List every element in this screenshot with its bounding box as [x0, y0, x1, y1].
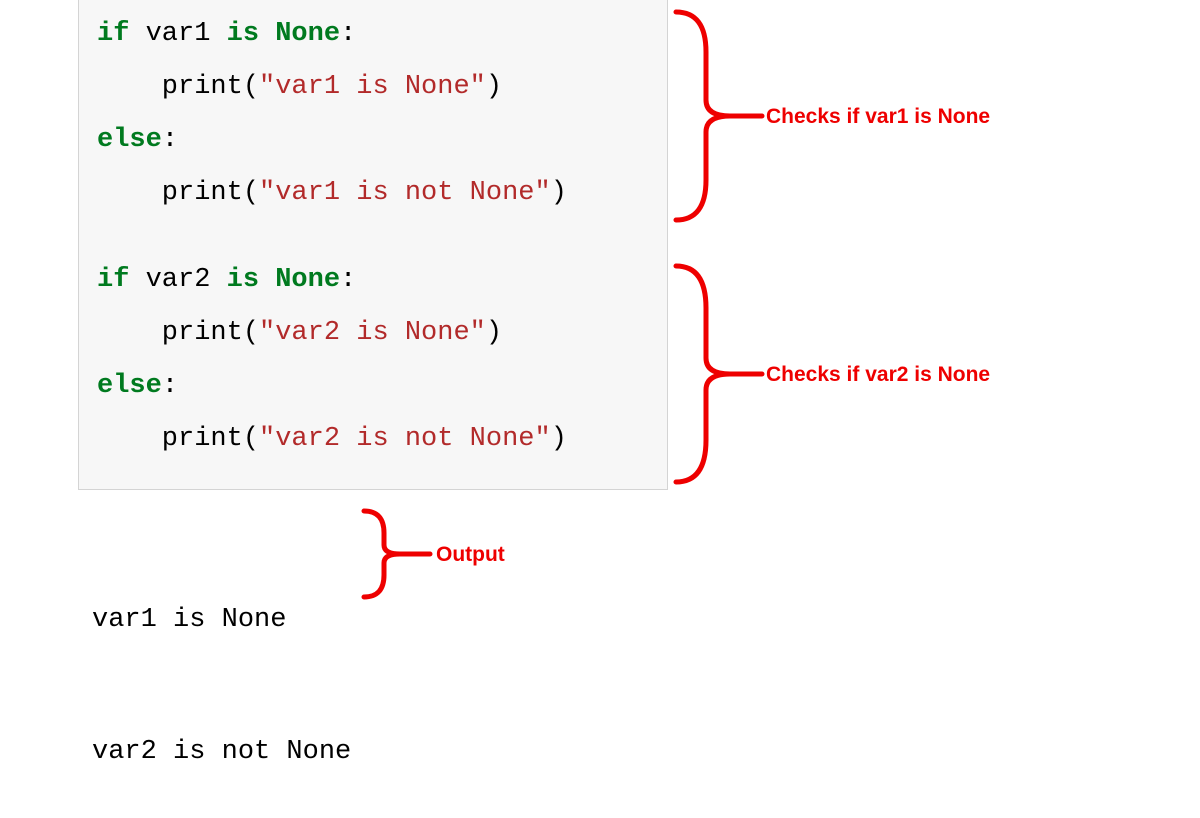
- call-close: ): [486, 318, 502, 348]
- keyword-if: if: [97, 19, 129, 49]
- keyword-if: if: [97, 265, 129, 295]
- call-close: ): [551, 178, 567, 208]
- brace-icon: [360, 505, 430, 603]
- code-line: print("var2 is None"): [97, 307, 667, 360]
- output-line: var1 is None: [92, 598, 351, 642]
- space: [259, 265, 275, 295]
- annotation-block1: Checks if var1 is None: [766, 105, 990, 129]
- code-line: else:: [97, 360, 667, 413]
- colon: :: [162, 371, 178, 401]
- annotation-output: Output: [436, 543, 505, 567]
- keyword-is: is: [227, 265, 259, 295]
- string-literal: "var2 is not None": [259, 424, 551, 454]
- string-literal: "var1 is not None": [259, 178, 551, 208]
- output-line: var2 is not None: [92, 730, 351, 774]
- colon: :: [162, 125, 178, 155]
- identifier: var2: [129, 265, 226, 295]
- string-literal: "var1 is None": [259, 72, 486, 102]
- string-literal: "var2 is None": [259, 318, 486, 348]
- brace-icon: [672, 260, 762, 488]
- keyword-else: else: [97, 125, 162, 155]
- keyword-else: else: [97, 371, 162, 401]
- blank-line: [97, 220, 667, 254]
- brace-icon: [672, 6, 762, 226]
- code-line: if var1 is None:: [97, 8, 667, 61]
- code-line: if var2 is None:: [97, 254, 667, 307]
- keyword-none: None: [275, 265, 340, 295]
- call-open: print(: [97, 424, 259, 454]
- colon: :: [340, 265, 356, 295]
- call-close: ): [551, 424, 567, 454]
- call-close: ): [486, 72, 502, 102]
- keyword-none: None: [275, 19, 340, 49]
- output-block: var1 is None var2 is not None: [92, 510, 351, 818]
- colon: :: [340, 19, 356, 49]
- code-cell: if var1 is None: print("var1 is None") e…: [78, 0, 668, 490]
- call-open: print(: [97, 178, 259, 208]
- identifier: var1: [129, 19, 226, 49]
- space: [259, 19, 275, 49]
- code-line: else:: [97, 114, 667, 167]
- code-line: print("var1 is None"): [97, 61, 667, 114]
- annotation-block2: Checks if var2 is None: [766, 363, 990, 387]
- code-line: print("var1 is not None"): [97, 167, 667, 220]
- call-open: print(: [97, 318, 259, 348]
- code-line: print("var2 is not None"): [97, 413, 667, 466]
- call-open: print(: [97, 72, 259, 102]
- keyword-is: is: [227, 19, 259, 49]
